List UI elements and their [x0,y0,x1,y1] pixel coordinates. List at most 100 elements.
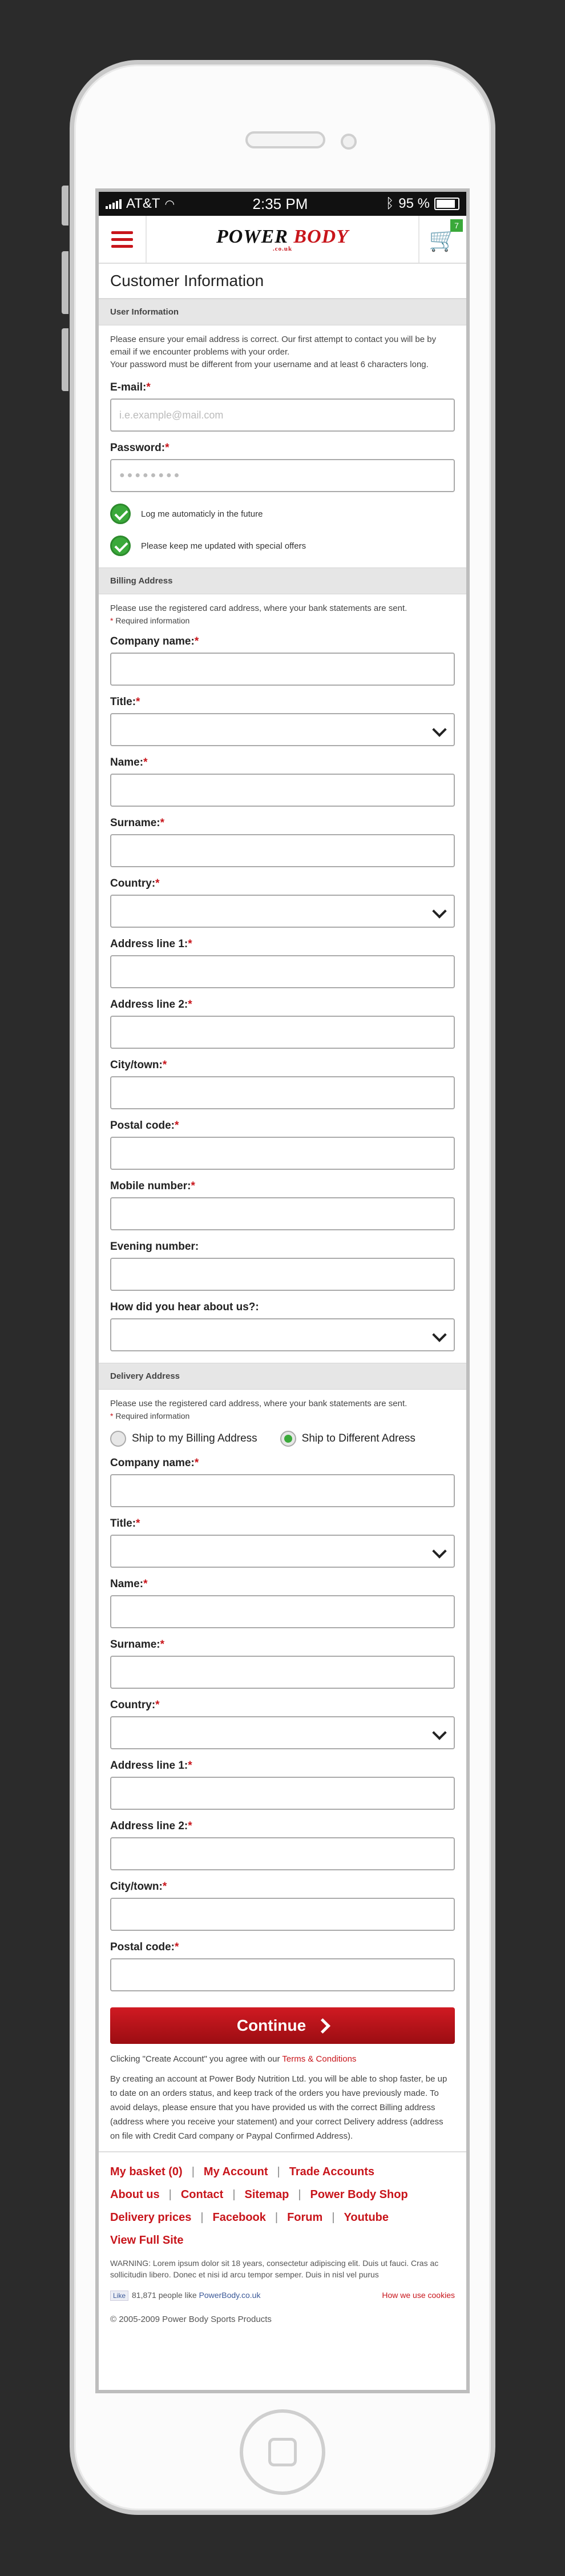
delivery-city-field[interactable] [110,1898,455,1931]
billing-mobile-field[interactable] [110,1197,455,1230]
billing-title-label: Title:* [110,696,140,708]
volume-up-button [62,251,68,314]
camera [341,134,357,150]
footer-link-trade[interactable]: Trade Accounts [289,2160,374,2183]
billing-addr1-field[interactable] [110,955,455,988]
cookies-link[interactable]: How we use cookies [382,2291,455,2300]
password-label: Password:* [110,442,170,454]
footer-link-full-site[interactable]: View Full Site [110,2229,184,2252]
delivery-country-label: Country:* [110,1699,160,1711]
footer-link-account[interactable]: My Account [204,2160,268,2183]
delivery-company-field[interactable] [110,1474,455,1507]
delivery-name-field[interactable] [110,1595,455,1628]
screen: AT&T ◠ 2:35 PM ᛒ 95 % POWER BODY .co.uk … [95,188,470,2393]
billing-heading: Billing Address [99,567,466,594]
billing-city-field[interactable] [110,1076,455,1109]
continue-button[interactable]: Continue [110,2007,455,2044]
billing-country-select[interactable] [110,895,455,928]
billing-mobile-label: Mobile number:* [110,1180,195,1192]
chevron-down-icon [432,1725,447,1740]
ship-different-radio[interactable]: Ship to Different Adress [280,1431,415,1447]
billing-company-field[interactable] [110,653,455,686]
delivery-name-label: Name:* [110,1578,148,1590]
chevron-down-icon [432,904,447,919]
checkmark-icon [110,536,131,556]
user-info-note: Please ensure your email address is corr… [110,335,437,369]
delivery-note: Please use the registered card address, … [110,1399,407,1408]
carrier: AT&T [126,196,160,211]
email-field[interactable] [110,399,455,432]
billing-country-label: Country:* [110,878,160,889]
user-info-heading: User Information [99,299,466,325]
delivery-country-select[interactable] [110,1716,455,1749]
billing-hear-select[interactable] [110,1318,455,1351]
delivery-addr1-field[interactable] [110,1777,455,1810]
wifi-icon: ◠ [164,198,175,211]
billing-evening-field[interactable] [110,1258,455,1291]
delivery-surname-field[interactable] [110,1656,455,1689]
menu-icon[interactable] [99,216,147,263]
auto-login-checkbox[interactable]: Log me automaticly in the future [110,504,455,524]
chevron-down-icon [432,722,447,737]
email-label: E-mail:* [110,381,151,393]
newsletter-checkbox[interactable]: Please keep me updated with special offe… [110,536,455,556]
billing-note: Please use the registered card address, … [110,603,407,613]
battery-percent: 95 % [398,196,430,211]
mute-switch [62,186,68,226]
logo[interactable]: POWER BODY .co.uk [147,226,418,252]
delivery-heading: Delivery Address [99,1363,466,1390]
facebook-page-link[interactable]: PowerBody.co.uk [199,2291,261,2300]
terms-link[interactable]: Terms & Conditions [282,2054,356,2064]
footer-link-delivery[interactable]: Delivery prices [110,2206,191,2229]
billing-addr2-field[interactable] [110,1016,455,1049]
site-header: POWER BODY .co.uk 🛒 7 [99,216,466,264]
page-title: Customer Information [99,264,466,299]
delivery-company-label: Company name:* [110,1457,199,1469]
billing-evening-label: Evening number: [110,1241,199,1253]
footer-link-shop[interactable]: Power Body Shop [310,2183,408,2206]
ship-billing-radio[interactable]: Ship to my Billing Address [110,1431,257,1447]
required-note: * Required information [110,1411,190,1420]
billing-postal-field[interactable] [110,1137,455,1170]
billing-addr2-label: Address line 2:* [110,999,192,1011]
clock: 2:35 PM [252,195,308,212]
billing-city-label: City/town:* [110,1059,167,1071]
delivery-addr2-field[interactable] [110,1837,455,1870]
account-info-text: By creating an account at Power Body Nut… [110,2074,447,2141]
billing-addr1-label: Address line 1:* [110,938,192,950]
footer-link-facebook[interactable]: Facebook [213,2206,266,2229]
speaker [245,131,325,148]
footer-link-forum[interactable]: Forum [287,2206,322,2229]
billing-hear-label: How did you hear about us?: [110,1301,259,1313]
required-note: * Required information [110,616,190,625]
footer-link-contact[interactable]: Contact [181,2183,223,2206]
billing-postal-label: Postal code:* [110,1120,179,1132]
facebook-like-button[interactable]: Like [110,2291,129,2301]
footer-link-sitemap[interactable]: Sitemap [245,2183,289,2206]
signal-icon [106,199,122,209]
delivery-title-select[interactable] [110,1535,455,1568]
checkmark-icon [110,504,131,524]
billing-title-select[interactable] [110,713,455,746]
warning-text: WARNING: Lorem ipsum dolor sit 18 years,… [110,2259,439,2279]
delivery-postal-label: Postal code:* [110,1941,179,1953]
radio-on-icon [280,1431,296,1447]
billing-company-label: Company name:* [110,635,199,647]
billing-surname-field[interactable] [110,834,455,867]
cart-button[interactable]: 🛒 7 [418,216,466,263]
footer-link-about[interactable]: About us [110,2183,160,2206]
billing-name-label: Name:* [110,756,148,768]
footer-link-youtube[interactable]: Youtube [344,2206,389,2229]
billing-name-field[interactable] [110,774,455,807]
delivery-title-label: Title:* [110,1518,140,1530]
chevron-down-icon [432,1327,447,1342]
copyright: © 2005-2009 Power Body Sports Products [110,2315,272,2324]
password-field[interactable]: ●●●●●●●● [110,459,455,492]
billing-surname-label: Surname:* [110,817,165,829]
delivery-postal-field[interactable] [110,1958,455,1991]
delivery-city-label: City/town:* [110,1881,167,1893]
footer-link-basket[interactable]: My basket (0) [110,2160,183,2183]
delivery-addr1-label: Address line 1:* [110,1760,192,1772]
battery-icon [434,198,459,210]
home-square-icon [268,2438,297,2466]
